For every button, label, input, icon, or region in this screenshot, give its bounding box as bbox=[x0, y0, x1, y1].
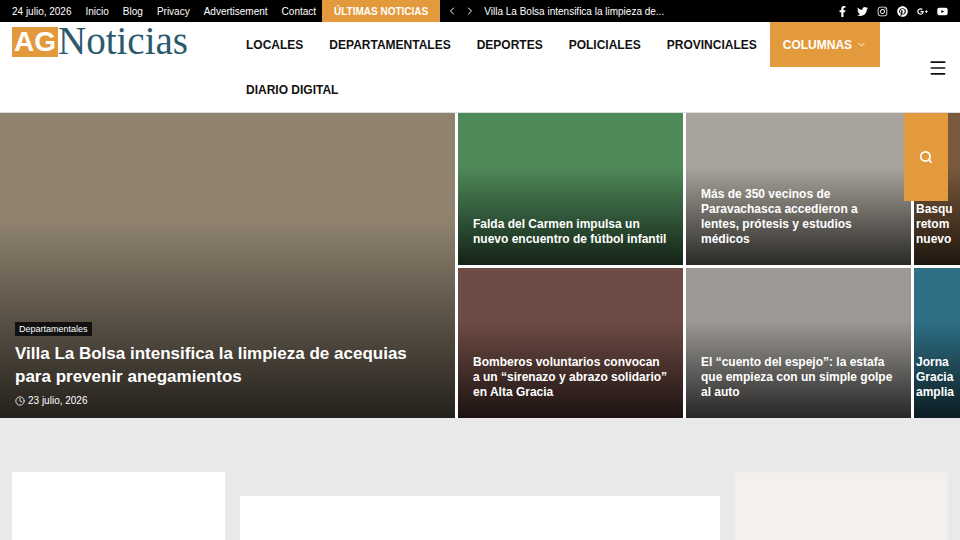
category-badge[interactable]: Departamentales bbox=[15, 322, 92, 336]
news-card-title[interactable]: Basqu retom nuevo bbox=[914, 202, 960, 265]
hero-card[interactable]: Departamentales Villa La Bolsa intensific… bbox=[0, 113, 455, 418]
pinterest-icon[interactable] bbox=[897, 6, 908, 17]
logo-name: Noticias bbox=[58, 24, 188, 58]
menu-icon[interactable] bbox=[928, 58, 948, 78]
nav-item[interactable]: PROVINCIALES bbox=[654, 22, 770, 67]
facebook-icon[interactable] bbox=[837, 6, 848, 17]
news-card-title[interactable]: Bomberos voluntarios convocan a un “sire… bbox=[458, 355, 683, 418]
hero-date: 23 julio, 2026 bbox=[15, 395, 440, 406]
chevron-down-icon bbox=[856, 39, 867, 50]
nav-item[interactable]: LOCALES bbox=[233, 22, 316, 67]
search-button[interactable] bbox=[904, 113, 948, 201]
ticker-headline[interactable]: Villa La Bolsa intensifica la limpieza d… bbox=[484, 6, 837, 17]
advertisement[interactable] bbox=[735, 472, 948, 540]
social-links bbox=[837, 6, 948, 17]
top-links: 24 julio, 2026 Inicio Blog Privacy Advertise… bbox=[12, 6, 322, 17]
nav-item[interactable]: DEPARTAMENTALES bbox=[316, 22, 463, 67]
top-link[interactable]: Inicio bbox=[86, 6, 109, 17]
youtube-icon[interactable] bbox=[937, 6, 948, 17]
site-header: AGNoticiasLOCALESDEPARTAMENTALESDEPORTES… bbox=[0, 22, 960, 113]
news-card-title[interactable]: El “cuento del espejo”: la estafa que em… bbox=[686, 355, 911, 418]
main-nav: LOCALESDEPARTAMENTALESDEPORTESPOLICIALES… bbox=[233, 22, 913, 112]
news-card[interactable]: Falda del Carmen impulsa un nuevo encuen… bbox=[458, 113, 683, 265]
nav-item[interactable]: POLICIALES bbox=[556, 22, 654, 67]
news-card-title[interactable]: Jorna Gracia amplia bbox=[914, 355, 960, 418]
hero-title[interactable]: Villa La Bolsa intensifica la limpieza d… bbox=[15, 342, 440, 388]
featured-grid: Departamentales Villa La Bolsa intensific… bbox=[0, 113, 960, 418]
google-plus-icon[interactable] bbox=[917, 6, 928, 17]
previous-arrow-icon[interactable] bbox=[446, 5, 458, 17]
twitter-icon[interactable] bbox=[857, 6, 868, 17]
left-widget bbox=[12, 472, 225, 540]
top-bar: 24 julio, 2026 Inicio Blog Privacy Advertise… bbox=[0, 0, 960, 22]
news-card[interactable]: El “cuento del espejo”: la estafa que em… bbox=[686, 268, 911, 418]
top-link[interactable]: Blog bbox=[123, 6, 143, 17]
logo-prefix: AG bbox=[12, 27, 58, 57]
top-link[interactable]: Privacy bbox=[157, 6, 190, 17]
top-link[interactable]: Advertisement bbox=[204, 6, 268, 17]
content-area bbox=[0, 418, 960, 540]
news-card[interactable]: Jorna Gracia amplia bbox=[914, 268, 960, 418]
nav-item[interactable]: COLUMNAS bbox=[770, 22, 880, 67]
latest-news-label: ÚLTIMAS NOTICIAS bbox=[322, 0, 440, 22]
logo[interactable]: AGNoticias bbox=[0, 22, 233, 112]
featured-area: Departamentales Villa La Bolsa intensific… bbox=[0, 113, 960, 418]
news-card-title[interactable]: Falda del Carmen impulsa un nuevo encuen… bbox=[458, 217, 683, 265]
news-card[interactable]: Más de 350 vecinos de Paravachasca acced… bbox=[686, 113, 911, 265]
search-icon bbox=[919, 150, 933, 164]
next-arrow-icon[interactable] bbox=[464, 5, 476, 17]
main-content bbox=[240, 496, 720, 540]
nav-item[interactable]: DIARIO DIGITAL bbox=[233, 67, 351, 112]
instagram-icon[interactable] bbox=[877, 6, 888, 17]
news-card-title[interactable]: Más de 350 vecinos de Paravachasca acced… bbox=[686, 187, 911, 265]
clock-icon bbox=[15, 396, 25, 406]
nav-item[interactable]: DEPORTES bbox=[464, 22, 556, 67]
news-card[interactable]: Bomberos voluntarios convocan a un “sire… bbox=[458, 268, 683, 418]
top-link[interactable]: Contact bbox=[282, 6, 316, 17]
date: 24 julio, 2026 bbox=[12, 6, 72, 17]
